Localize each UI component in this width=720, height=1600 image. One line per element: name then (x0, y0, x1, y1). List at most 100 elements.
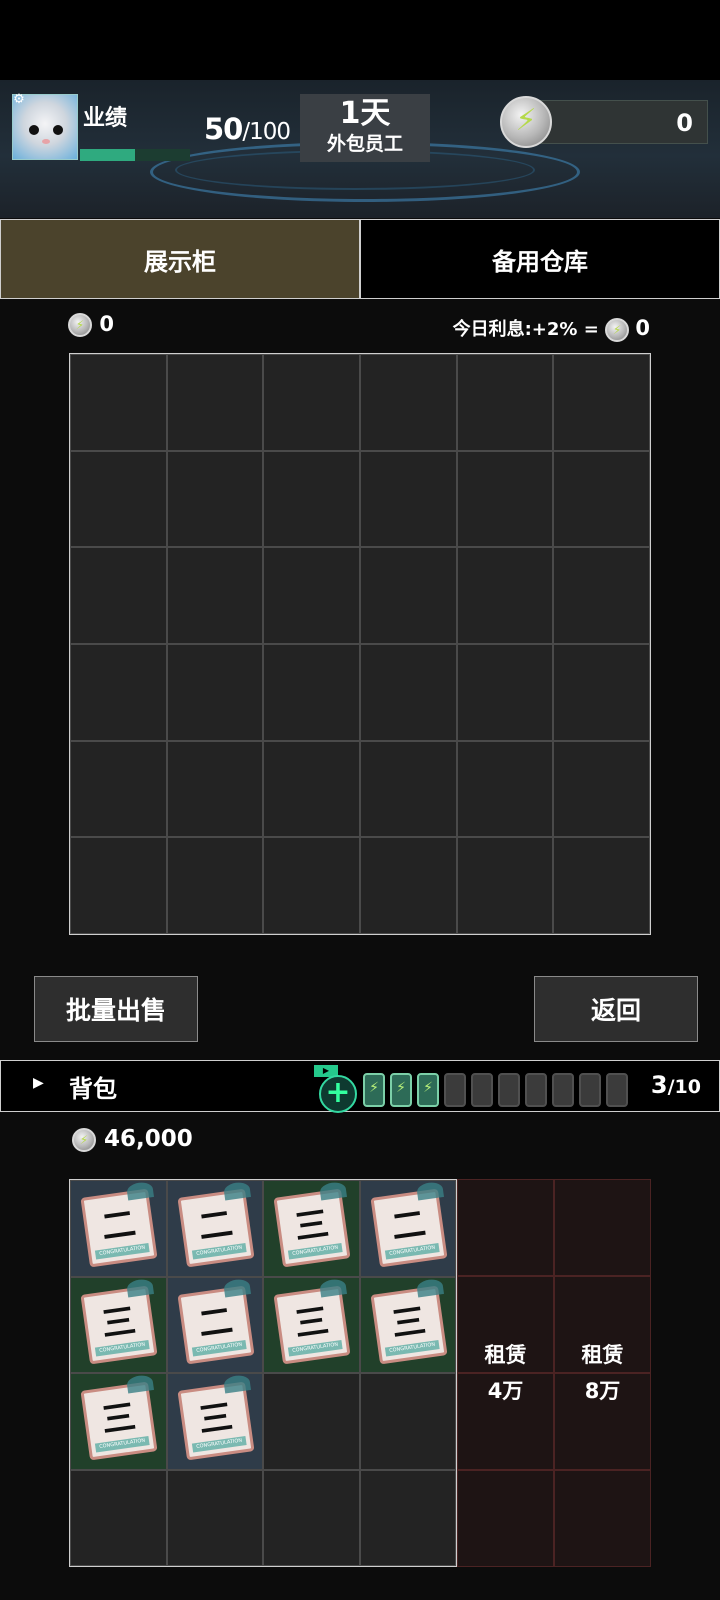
bow-icon (415, 1277, 444, 1297)
backpack-slot[interactable] (166, 1469, 263, 1566)
battery-full-icon (417, 1073, 439, 1107)
gift-card-item[interactable]: 二 CONGRATULATION (369, 1180, 448, 1268)
display-slot[interactable] (70, 450, 167, 548)
backpack-slot[interactable]: 二 CONGRATULATION (70, 1180, 167, 1277)
gift-card-item[interactable]: 二 CONGRATULATION (176, 1277, 255, 1364)
rent-cell[interactable] (457, 1470, 554, 1567)
backpack-slot[interactable]: 三 CONGRATULATION (263, 1180, 360, 1277)
display-slot[interactable] (263, 450, 360, 548)
display-slot[interactable] (263, 643, 360, 741)
display-slot[interactable] (553, 547, 650, 644)
gift-card-item[interactable]: 二 CONGRATULATION (176, 1180, 255, 1268)
display-slot[interactable] (166, 740, 264, 838)
battery-empty-icon (606, 1073, 628, 1107)
bow-icon (222, 1277, 251, 1297)
display-slot[interactable] (553, 643, 650, 741)
backpack-slot[interactable]: 三 CONGRATULATION (359, 1276, 456, 1373)
backpack-slot[interactable]: 二 CONGRATULATION (166, 1276, 263, 1373)
display-slot[interactable] (70, 837, 167, 934)
display-slot[interactable] (553, 740, 650, 838)
gift-card-item[interactable]: 三 CONGRATULATION (369, 1277, 448, 1364)
backpack-slot[interactable]: 三 CONGRATULATION (263, 1276, 360, 1373)
display-slot[interactable] (553, 450, 650, 548)
display-slot[interactable] (456, 643, 554, 741)
battery-empty-icon (525, 1073, 547, 1107)
gift-card-item[interactable]: 二 CONGRATULATION (80, 1180, 158, 1268)
display-slot[interactable] (359, 837, 457, 934)
display-slot[interactable] (456, 354, 554, 451)
backpack-slot[interactable]: 二 CONGRATULATION (359, 1180, 456, 1277)
expand-arrow-icon[interactable]: ▶ (33, 1075, 44, 1091)
battery-full-icon (390, 1073, 412, 1107)
display-slot[interactable] (359, 643, 457, 741)
rent-cell[interactable] (554, 1470, 651, 1567)
display-slot[interactable] (70, 547, 167, 644)
gift-card-item[interactable]: 三 CONGRATULATION (273, 1277, 351, 1364)
display-slot[interactable] (359, 450, 457, 548)
gift-card-item[interactable]: 三 CONGRATULATION (80, 1373, 158, 1461)
display-slot[interactable] (456, 740, 554, 838)
display-slot[interactable] (456, 837, 554, 934)
backpack-label: 背包 (69, 1075, 117, 1103)
day-counter: 1天 (339, 96, 391, 131)
rent-option-4[interactable]: 租赁 4万 (457, 1337, 554, 1409)
gift-card-item[interactable]: 三 CONGRATULATION (80, 1277, 158, 1364)
bow-icon (126, 1180, 155, 1201)
gift-card-item[interactable]: 三 CONGRATULATION (176, 1373, 255, 1461)
backpack-slot[interactable]: 二 CONGRATULATION (166, 1180, 263, 1277)
display-slot[interactable] (359, 740, 457, 838)
tab-backup-warehouse[interactable]: 备用仓库 (360, 219, 720, 299)
backpack-slot[interactable]: 三 CONGRATULATION (70, 1373, 167, 1470)
score-current: 50 (204, 112, 243, 146)
display-slot[interactable] (456, 450, 554, 548)
display-slot[interactable] (263, 547, 360, 644)
energy-display: 0 (530, 100, 708, 144)
display-slot[interactable] (359, 547, 457, 644)
performance-bar (80, 149, 190, 161)
display-slot[interactable] (263, 837, 360, 934)
display-slot[interactable] (166, 450, 264, 548)
battery-empty-icon (471, 1073, 493, 1107)
backpack-grid: 二 CONGRATULATION 二 CONGRATULATION 三 CONGRATUL… (69, 1179, 457, 1567)
status-bar (0, 0, 720, 80)
bow-icon (126, 1277, 155, 1297)
display-slot[interactable] (553, 837, 650, 934)
display-slot[interactable] (456, 547, 554, 644)
money-value: 46,000 (104, 1126, 193, 1152)
rent-cell[interactable] (457, 1179, 554, 1276)
backpack-slot[interactable] (70, 1469, 167, 1566)
backpack-slot[interactable] (359, 1373, 456, 1470)
add-capacity-button[interactable]: + (319, 1075, 357, 1113)
display-slot[interactable] (263, 354, 360, 451)
rent-option-8[interactable]: 租赁 8万 (554, 1337, 651, 1409)
backpack-slot[interactable]: 三 CONGRATULATION (166, 1373, 263, 1470)
display-slot[interactable] (70, 740, 167, 838)
back-button[interactable]: 返回 (534, 976, 698, 1042)
gear-icon[interactable]: ⚙ (12, 93, 26, 107)
display-slot[interactable] (166, 643, 264, 741)
backpack-bar[interactable]: ▶ 背包 ▶ + 3/10 (0, 1060, 720, 1113)
bulk-sell-button[interactable]: 批量出售 (34, 976, 198, 1042)
tab-display-case[interactable]: 展示柜 (0, 219, 360, 299)
display-slot[interactable] (70, 354, 167, 451)
display-slot[interactable] (166, 354, 264, 451)
avatar-eye-left (29, 125, 39, 135)
backpack-slot[interactable] (263, 1469, 360, 1566)
display-slot[interactable] (263, 740, 360, 838)
display-slot[interactable] (553, 354, 650, 451)
performance-label: 业绩 (83, 106, 128, 131)
display-slot[interactable] (359, 354, 457, 451)
display-slot[interactable] (70, 643, 167, 741)
gift-card-item[interactable]: 三 CONGRATULATION (273, 1180, 351, 1268)
rent-label: 租赁 (581, 1343, 624, 1367)
avatar-eye-right (53, 125, 63, 135)
backpack-slot[interactable]: 三 CONGRATULATION (70, 1276, 167, 1373)
backpack-slot[interactable] (263, 1373, 360, 1470)
backpack-slot[interactable] (359, 1469, 456, 1566)
display-slot[interactable] (166, 837, 264, 934)
bow-icon (222, 1180, 251, 1201)
energy-value: 0 (676, 109, 693, 137)
rent-cell[interactable] (554, 1179, 651, 1276)
bow-icon (222, 1373, 251, 1394)
display-slot[interactable] (166, 547, 264, 644)
